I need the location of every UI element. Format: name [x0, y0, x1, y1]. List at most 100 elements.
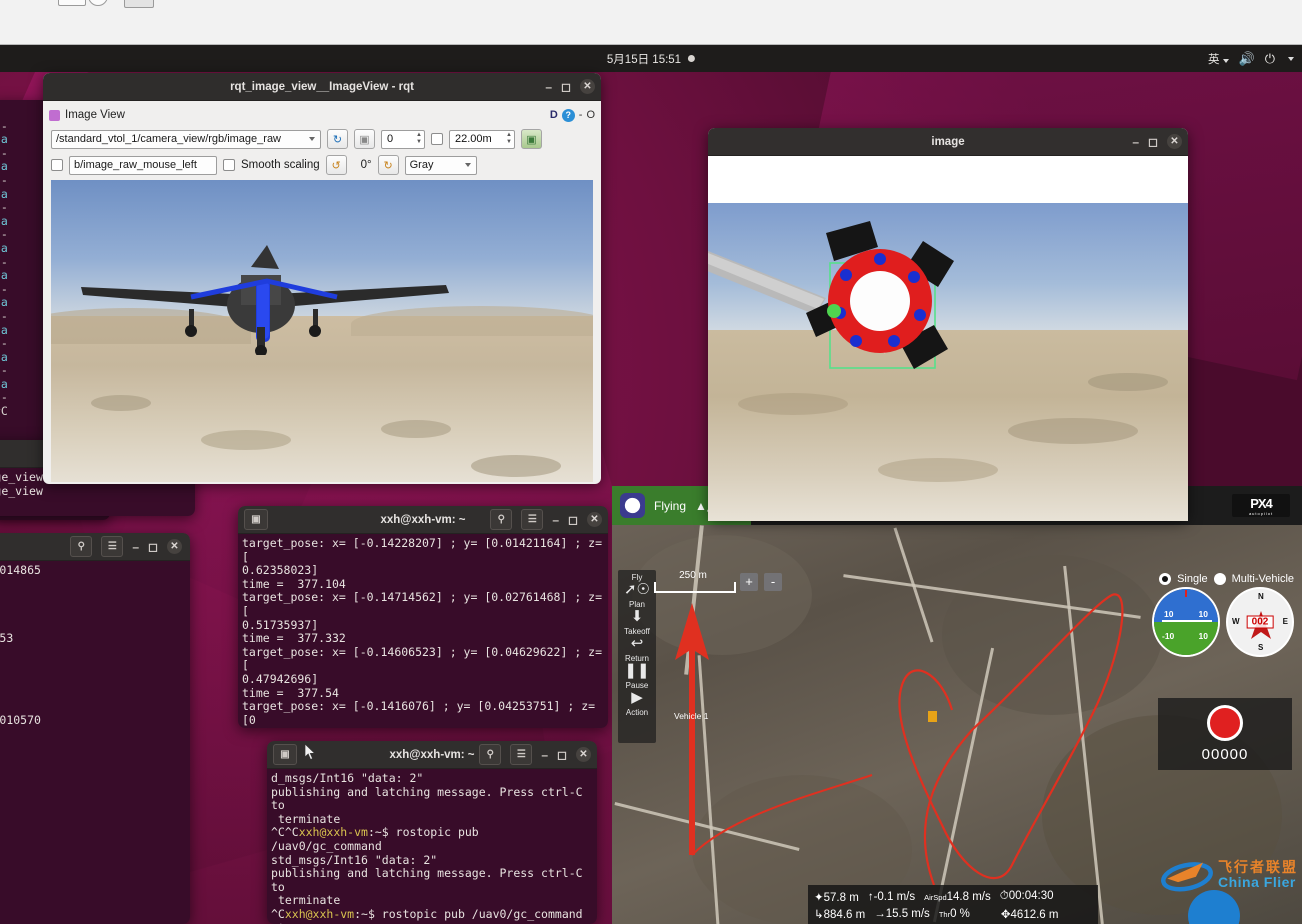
maximize-button[interactable]: ◻: [561, 80, 571, 94]
hamburger-icon[interactable]: ☰: [101, 536, 124, 557]
map-zoom-in-button[interactable]: +: [740, 573, 758, 591]
vehicle-selector[interactable]: Single Multi-Vehicle: [1159, 573, 1294, 585]
rotate-cw-icon[interactable]: ↻: [377, 155, 399, 175]
flight-time-icon: ⏱: [999, 890, 1009, 902]
terminal-mid2-titlebar[interactable]: ▣ xxh@xxh-vm: ~ ⚲ ☰ – ◻ ✕: [267, 741, 597, 769]
minimize-button[interactable]: –: [1132, 135, 1139, 149]
publish-icon[interactable]: ▣: [521, 129, 542, 149]
rotation-value: 0°: [360, 159, 372, 171]
minimize-button[interactable]: –: [132, 540, 139, 554]
maximize-button[interactable]: ◻: [568, 513, 578, 527]
mouse-publish-checkbox[interactable]: [51, 159, 63, 171]
sidebar-item-plan[interactable]: Plan ⬇: [629, 600, 645, 625]
minimize-button[interactable]: –: [545, 80, 552, 94]
qgroundcontrol-window[interactable]: Flying ▲△ ◯ PX4 autopilot Vehicle 1: [612, 486, 1302, 924]
sidebar-item-action[interactable]: Action: [626, 708, 648, 717]
new-tab-button[interactable]: ▣: [244, 509, 268, 530]
minimize-button[interactable]: –: [552, 513, 559, 527]
ground-speed-value: 15.5 m/s: [885, 907, 930, 920]
max-depth-spinbox[interactable]: 22.00m ▲ ▼: [449, 129, 515, 149]
close-button[interactable]: ✕: [587, 512, 602, 527]
single-vehicle-radio[interactable]: [1159, 573, 1172, 585]
camera-image-canvas[interactable]: [51, 180, 593, 482]
rqt-image-view-window[interactable]: rqt_image_view__ImageView - rqt – ◻ ✕ Im…: [43, 73, 601, 484]
mouse-topic-field[interactable]: b/image_raw_mouse_left: [69, 155, 217, 175]
dock-icon[interactable]: D: [550, 109, 558, 121]
map-scale-bar: 250 m: [654, 570, 736, 593]
terminal-window-bottom-left[interactable]: ⚲ ☰ – ◻ ✕ = 3.19223; omega= -0.014865 [ …: [0, 533, 190, 924]
close-button[interactable]: ✕: [580, 79, 595, 94]
rqt-titlebar[interactable]: rqt_image_view__ImageView - rqt – ◻ ✕: [43, 73, 601, 101]
distance-value: 884.6 m: [823, 908, 866, 921]
image-view-title: Image View: [65, 109, 125, 121]
rotate-ccw-icon[interactable]: ↺: [325, 155, 347, 175]
image-view-plugin-header: Image View D ? - O: [43, 101, 601, 126]
save-image-icon[interactable]: ▣: [354, 129, 375, 149]
zoom-value: 0: [387, 133, 394, 145]
attitude-indicator[interactable]: 10 10 -10 10: [1152, 587, 1220, 657]
panel-clock[interactable]: 5月15日 15:51: [607, 51, 696, 67]
qgc-logo-icon[interactable]: [620, 493, 645, 518]
terminal-bl-titlebar[interactable]: ⚲ ☰ – ◻ ✕: [0, 533, 190, 561]
terminal-window-target-pose[interactable]: ▣ xxh@xxh-vm: ~ ⚲ ☰ – ◻ ✕ target_pose: x…: [238, 506, 608, 728]
px4-brand-text: PX4: [1250, 495, 1273, 511]
image-view-toolbar-row2: b/image_raw_mouse_left Smooth scaling ↺ …: [43, 152, 601, 178]
search-icon[interactable]: ⚲: [479, 744, 502, 765]
detection-image-canvas[interactable]: [708, 203, 1188, 521]
power-icon[interactable]: ⏻: [1265, 51, 1275, 67]
qgc-map-view[interactable]: Vehicle 1 Fly ➚☉ Plan ⬇ Takeoff ↩ Return…: [612, 525, 1302, 924]
hamburger-icon[interactable]: ☰: [510, 744, 533, 765]
image-window[interactable]: image – ◻ ✕: [708, 128, 1188, 521]
topic-combo[interactable]: /standard_vtol_1/camera_view/rgb/image_r…: [51, 129, 321, 149]
compass-heading-value: 002: [1246, 615, 1274, 629]
close-plugin-icon[interactable]: O: [586, 109, 595, 121]
topic-value: /standard_vtol_1/camera_view/rgb/image_r…: [56, 133, 282, 145]
sidebar-item-fly[interactable]: Fly ➚☉: [624, 573, 650, 598]
colormap-combo[interactable]: Gray: [404, 155, 477, 175]
undock-icon[interactable]: -: [579, 109, 583, 121]
map-zoom-out-button[interactable]: -: [764, 573, 782, 591]
video-record-widget[interactable]: 00000: [1158, 698, 1292, 770]
refresh-icon[interactable]: ↻: [327, 129, 348, 149]
maximize-button[interactable]: ◻: [1148, 135, 1158, 149]
terminal-window-rostopic-pub[interactable]: ▣ xxh@xxh-vm: ~ ⚲ ☰ – ◻ ✕ d_msgs/Int16 "…: [267, 741, 597, 924]
minimize-button[interactable]: –: [541, 748, 548, 762]
image-window-title: image: [931, 135, 965, 148]
hamburger-icon[interactable]: ☰: [521, 509, 544, 530]
close-button[interactable]: ✕: [1167, 134, 1182, 149]
sidebar-item-return[interactable]: Return ❚❚: [624, 654, 649, 679]
attitude-left-down: -10: [1162, 631, 1175, 641]
sidebar-item-pause[interactable]: Pause ▶: [626, 681, 649, 706]
smooth-scaling-checkbox[interactable]: [223, 159, 235, 171]
action-icon: ▶: [631, 689, 643, 706]
close-button[interactable]: ✕: [576, 747, 591, 762]
volume-icon[interactable]: 🔊: [1239, 51, 1255, 67]
depth-checkbox[interactable]: [431, 133, 443, 145]
keyboard-layout-indicator[interactable]: 英: [1208, 51, 1229, 67]
instrument-gauges[interactable]: 10 10 -10 10 N E S W 002: [1152, 587, 1294, 657]
image-window-titlebar[interactable]: image – ◻ ✕: [708, 128, 1188, 156]
terminal-mid2-output: d_msgs/Int16 "data: 2" publishing and la…: [267, 769, 597, 924]
record-button[interactable]: [1207, 705, 1243, 741]
sidebar-item-takeoff[interactable]: Takeoff ↩: [624, 627, 650, 652]
attitude-right-up: 10: [1198, 609, 1208, 619]
throttle-label: Thr: [938, 909, 951, 919]
zoom-spinbox[interactable]: 0 ▲ ▼: [381, 129, 425, 149]
image-window-blank-strip: [708, 156, 1188, 203]
search-icon[interactable]: ⚲: [490, 509, 513, 530]
close-button[interactable]: ✕: [167, 539, 182, 554]
vtol-aircraft-render: [81, 245, 449, 355]
maximize-button[interactable]: ◻: [557, 748, 567, 762]
compass-indicator[interactable]: N E S W 002: [1226, 587, 1294, 657]
multi-vehicle-label: Multi-Vehicle: [1231, 573, 1294, 585]
single-vehicle-label: Single: [1177, 573, 1208, 585]
help-icon[interactable]: ?: [561, 108, 575, 122]
pause-icon: ❚❚: [624, 662, 650, 679]
maximize-button[interactable]: ◻: [148, 540, 158, 554]
terminal-mid-titlebar[interactable]: ▣ xxh@xxh-vm: ~ ⚲ ☰ – ◻ ✕: [238, 506, 608, 534]
climb-rate-value: -0.1 m/s: [873, 890, 916, 903]
search-icon[interactable]: ⚲: [70, 536, 93, 557]
multi-vehicle-radio[interactable]: [1213, 573, 1226, 585]
qgc-sidebar[interactable]: Fly ➚☉ Plan ⬇ Takeoff ↩ Return ❚❚ Pause …: [618, 570, 656, 743]
new-tab-button[interactable]: ▣: [273, 744, 297, 765]
